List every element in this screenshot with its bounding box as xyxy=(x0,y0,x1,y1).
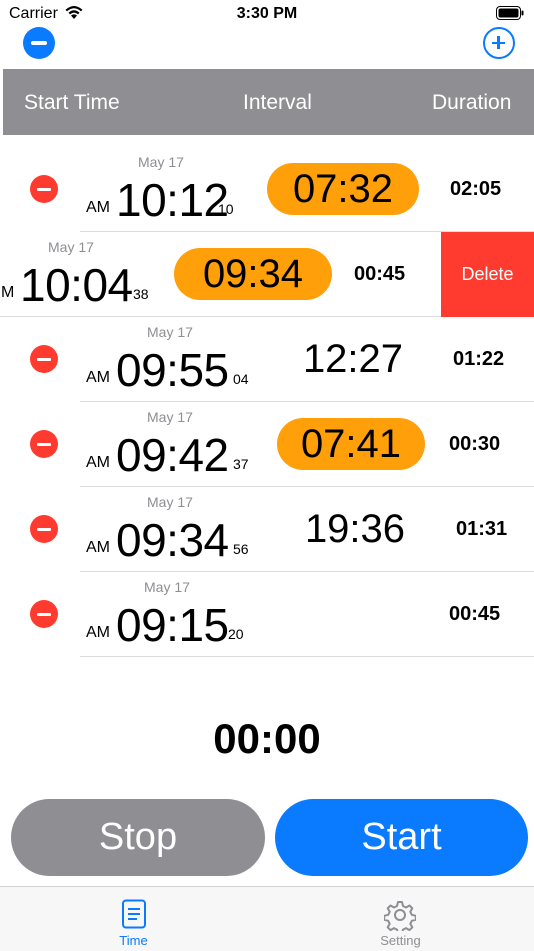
row-separator xyxy=(80,656,534,657)
row-duration: 00:30 xyxy=(449,433,501,455)
header-start-time: Start Time xyxy=(24,91,120,114)
delete-row-icon[interactable] xyxy=(30,600,58,628)
row-date: May 17 xyxy=(48,239,94,255)
row-date: May 17 xyxy=(144,579,190,595)
row-seconds: 56 xyxy=(233,541,249,557)
stop-button[interactable]: Stop xyxy=(11,799,265,876)
row-interval: 09:34 xyxy=(174,248,332,300)
tab-bar: Time Setting xyxy=(0,886,534,951)
tab-setting[interactable]: Setting xyxy=(267,887,534,951)
row-interval: 07:32 xyxy=(267,163,419,215)
header-duration: Duration xyxy=(432,91,512,114)
row-duration: 02:05 xyxy=(450,178,502,200)
row-interval: 12:27 xyxy=(302,337,404,381)
table-row[interactable]: May 17 AM 09:55 04 12:27 01:22 xyxy=(0,317,534,402)
row-start-time: 09:15 xyxy=(116,599,229,651)
table-row[interactable]: May 17 AM 10:12 10 07:32 02:05 xyxy=(0,147,534,232)
add-button[interactable] xyxy=(483,27,515,59)
row-ampm: AM xyxy=(86,369,110,386)
row-date: May 17 xyxy=(147,494,193,510)
row-duration: 01:22 xyxy=(453,348,505,370)
row-ampm: AM xyxy=(86,199,110,216)
row-duration: 00:45 xyxy=(354,263,406,285)
swipe-delete-button[interactable]: Delete xyxy=(441,232,534,317)
row-start-time: 09:42 xyxy=(116,429,229,481)
row-ampm: AM xyxy=(86,624,110,641)
tab-time-label: Time xyxy=(119,933,148,948)
table-row[interactable]: May 17 AM 09:15 20 00:45 xyxy=(0,572,534,657)
header-interval: Interval xyxy=(243,91,312,114)
delete-row-icon[interactable] xyxy=(30,515,58,543)
delete-row-icon[interactable] xyxy=(30,175,58,203)
row-ampm: AM xyxy=(86,539,110,556)
row-ampm: M xyxy=(1,284,15,301)
delete-row-icon[interactable] xyxy=(30,430,58,458)
row-interval: 07:41 xyxy=(277,418,425,470)
delete-row-icon[interactable] xyxy=(30,345,58,373)
edit-minus-button[interactable] xyxy=(23,27,55,59)
battery-icon xyxy=(496,6,524,20)
row-seconds: 37 xyxy=(233,456,249,472)
row-seconds: 04 xyxy=(233,371,249,387)
row-seconds: 38 xyxy=(133,286,149,302)
row-interval: 19:36 xyxy=(304,507,406,551)
start-button[interactable]: Start xyxy=(275,799,528,876)
gear-icon xyxy=(384,901,416,931)
row-start-time: 09:34 xyxy=(116,514,229,566)
tab-time[interactable]: Time xyxy=(0,887,267,951)
row-date: May 17 xyxy=(147,409,193,425)
timer-display: 00:00 xyxy=(213,715,321,762)
row-duration: 00:45 xyxy=(449,603,501,625)
row-start-time: 09:55 xyxy=(116,344,229,396)
status-time: 3:30 PM xyxy=(236,5,298,22)
document-icon xyxy=(122,899,146,929)
table-row[interactable]: May 17 AM 09:42 37 07:41 00:30 xyxy=(0,402,534,487)
row-seconds: 20 xyxy=(228,626,244,642)
row-date: May 17 xyxy=(147,324,193,340)
row-date: May 17 xyxy=(138,154,184,170)
row-start-time: 10:04 xyxy=(20,259,133,311)
row-duration: 01:31 xyxy=(456,518,508,540)
row-seconds: 10 xyxy=(218,201,234,217)
status-bar: Carrier 3:30 PM xyxy=(0,0,534,30)
table-header: Start Time Interval Duration xyxy=(3,69,534,135)
row-start-time: 10:12 xyxy=(116,174,229,226)
table-row[interactable]: May 17 AM 09:34 56 19:36 01:31 xyxy=(0,487,534,572)
tab-setting-label: Setting xyxy=(380,933,421,948)
row-ampm: AM xyxy=(86,454,110,471)
